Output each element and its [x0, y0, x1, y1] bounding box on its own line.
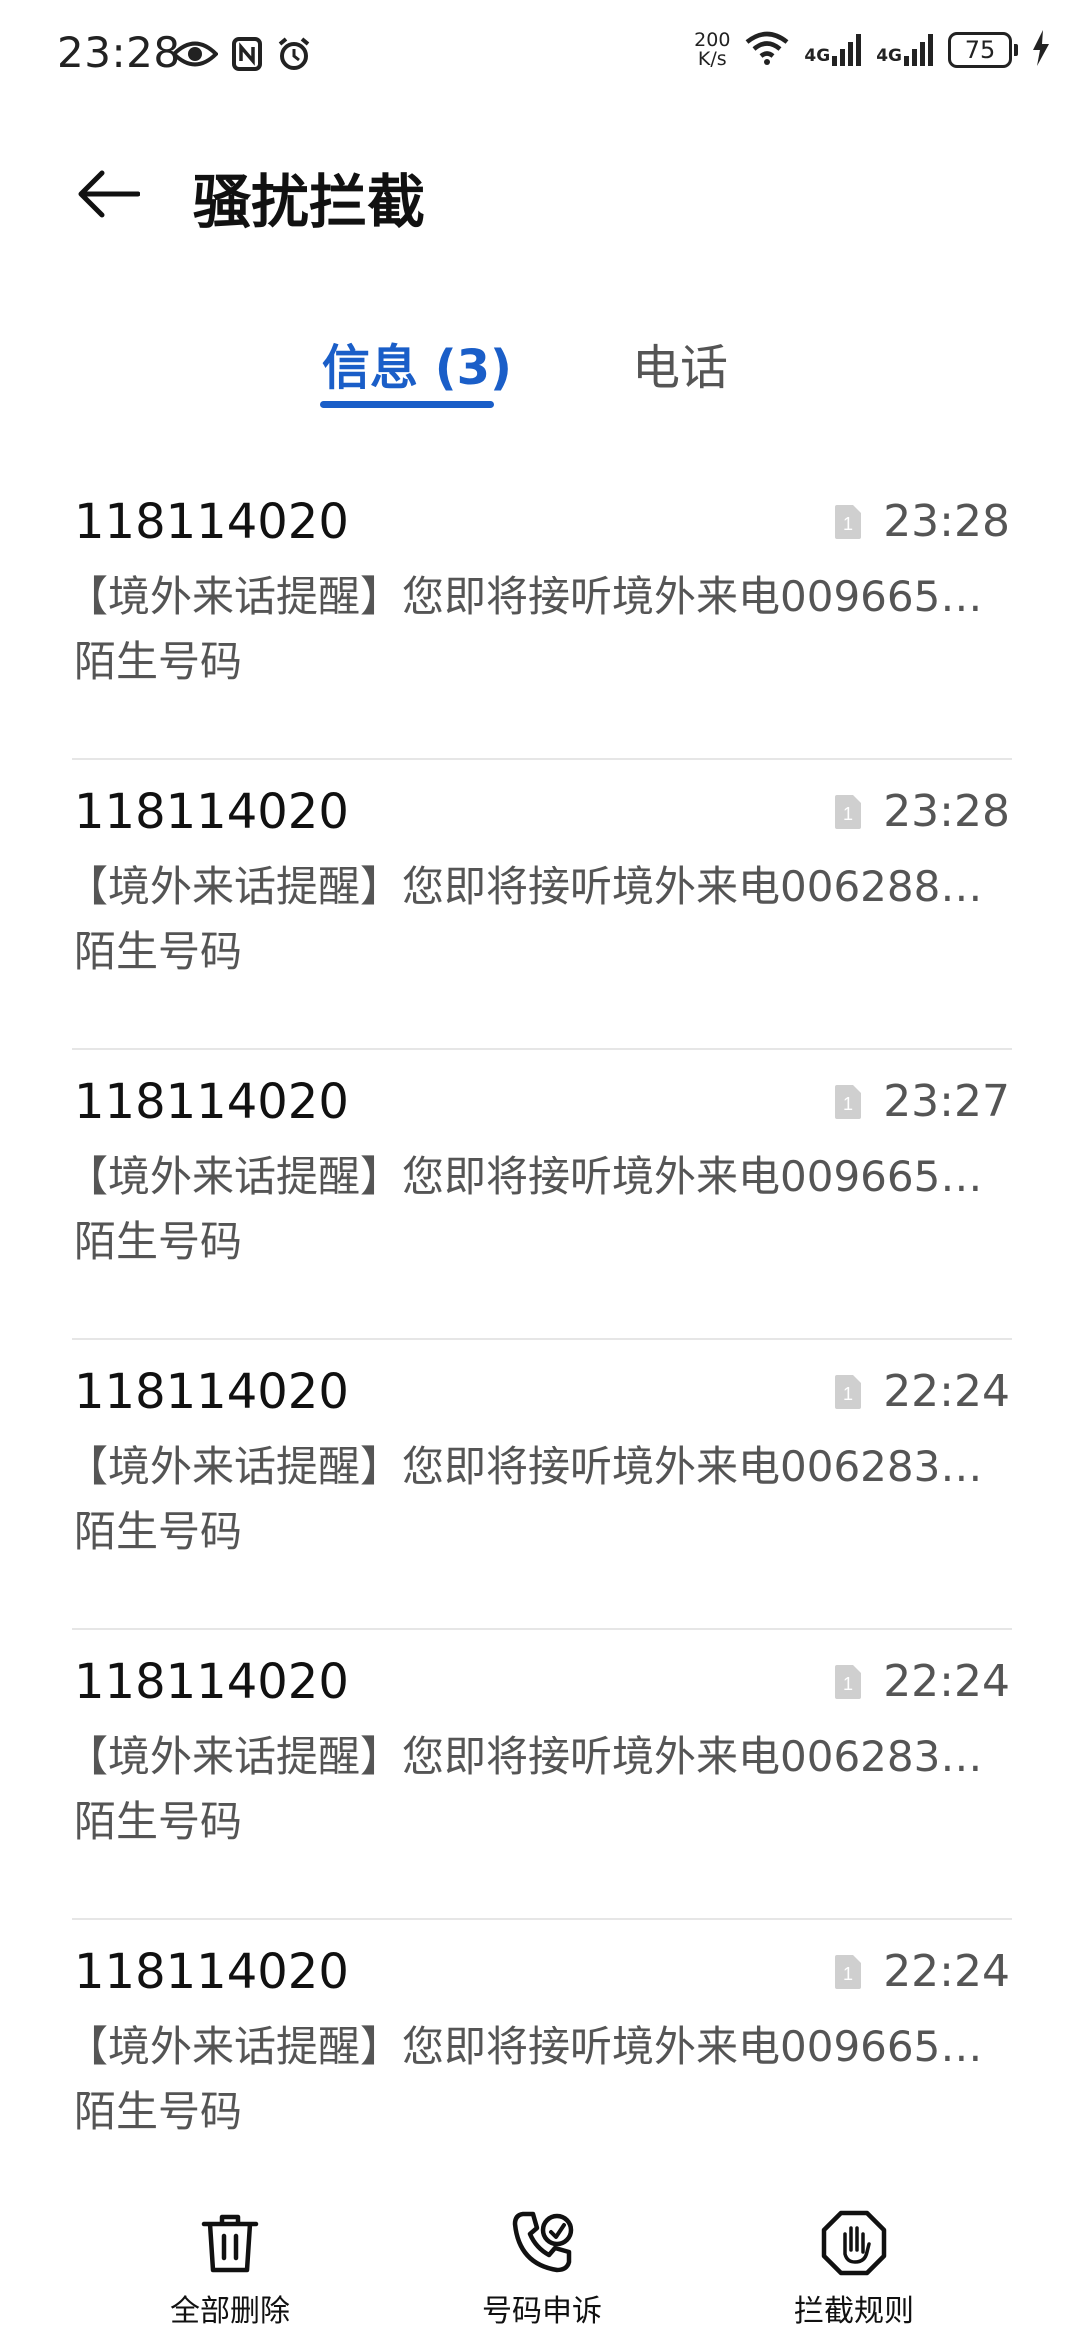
network-speed-unit: K/s [697, 48, 727, 70]
block-rules-button[interactable]: 拦截规则 [744, 2210, 964, 2330]
sim-card-icon: 1 [835, 794, 862, 829]
alarm-icon [276, 36, 312, 76]
message-preview: 【境外来话提醒】您即将接听境外来电0062836… [66, 1732, 1006, 1781]
message-time: 23:28 [883, 786, 1010, 837]
message-tag: 陌生号码 [74, 1507, 243, 1556]
message-list: 118114020 1 23:28 【境外来话提醒】您即将接听境外来电00966… [66, 470, 1012, 2210]
network-type-2: 4G [876, 46, 902, 66]
message-tag: 陌生号码 [74, 1217, 243, 1266]
message-tag: 陌生号码 [74, 1797, 243, 1846]
sim-card-icon: 1 [835, 1664, 862, 1699]
delete-all-button[interactable]: 全部删除 [120, 2210, 340, 2330]
message-preview: 【境外来话提醒】您即将接听境外来电0096659… [66, 2022, 1006, 2071]
message-time: 22:24 [883, 1656, 1010, 1707]
message-sender: 118114020 [74, 1944, 349, 2000]
status-bar: 23:28 200 K/s 4G 4G 75 [0, 0, 1080, 110]
number-appeal-button[interactable]: 号码申诉 [432, 2210, 652, 2330]
phone-appeal-icon [509, 2210, 575, 2276]
sim-slot-number: 1 [843, 1094, 853, 1114]
sim-card-icon: 1 [835, 1084, 862, 1119]
delete-all-label: 全部删除 [170, 2294, 290, 2329]
battery-tip [1014, 44, 1018, 56]
nfc-icon [232, 37, 262, 75]
signal-icon [832, 34, 862, 66]
sim-slot-number: 1 [843, 1384, 853, 1404]
message-meta: 1 23:27 [835, 1076, 1010, 1127]
message-meta: 1 22:24 [835, 1366, 1010, 1417]
number-appeal-label: 号码申诉 [482, 2294, 602, 2329]
battery-level: 75 [948, 32, 1012, 68]
sim-slot-number: 1 [843, 804, 853, 824]
status-left-icons [171, 36, 312, 76]
message-meta: 1 23:28 [835, 786, 1010, 837]
message-sender: 118114020 [74, 784, 349, 840]
cellular-signal-2: 4G [876, 34, 934, 66]
list-item[interactable]: 118114020 1 22:24 【境外来话提醒】您即将接听境外来电00628… [66, 1630, 1012, 1920]
status-right-icons: 200 K/s 4G 4G 75 [694, 30, 1050, 70]
wifi-icon [744, 30, 790, 70]
network-type-1: 4G [804, 46, 831, 66]
message-preview: 【境外来话提醒】您即将接听境外来电0096659… [66, 1152, 1006, 1201]
message-sender: 118114020 [74, 1364, 349, 1420]
sim-card-icon: 1 [835, 1954, 862, 1989]
list-item[interactable]: 118114020 1 22:24 【境外来话提醒】您即将接听境外来电00628… [66, 1340, 1012, 1630]
message-time: 22:24 [883, 1366, 1010, 1417]
message-meta: 1 23:28 [835, 496, 1010, 547]
eye-icon [171, 39, 219, 73]
message-sender: 118114020 [74, 494, 349, 550]
message-sender: 118114020 [74, 1654, 349, 1710]
list-item[interactable]: 118114020 1 23:28 【境外来话提醒】您即将接听境外来电00966… [66, 470, 1012, 760]
active-tab-indicator [320, 401, 494, 408]
sim-card-icon: 1 [835, 1374, 862, 1409]
message-preview: 【境外来话提醒】您即将接听境外来电0062883… [66, 862, 1006, 911]
signal-icon-2 [904, 34, 933, 66]
back-arrow-icon [78, 170, 140, 218]
stop-hand-icon [821, 2210, 887, 2276]
bottom-toolbar: 全部删除 号码申诉 拦截规则 [0, 2190, 1080, 2340]
tab-calls[interactable]: 电话 [632, 328, 728, 398]
trash-icon [197, 2210, 263, 2276]
message-meta: 1 22:24 [835, 1656, 1010, 1707]
sim-slot-number: 1 [843, 1964, 853, 1984]
list-item[interactable]: 118114020 1 22:24 【境外来话提醒】您即将接听境外来电00966… [66, 1920, 1012, 2210]
page-title: 骚扰拦截 [193, 168, 426, 236]
charging-icon [1032, 30, 1050, 70]
list-item[interactable]: 118114020 1 23:27 【境外来话提醒】您即将接听境外来电00966… [66, 1050, 1012, 1340]
list-item[interactable]: 118114020 1 23:28 【境外来话提醒】您即将接听境外来电00628… [66, 760, 1012, 1050]
message-tag: 陌生号码 [74, 927, 243, 976]
message-time: 23:27 [883, 1076, 1010, 1127]
message-tag: 陌生号码 [74, 637, 243, 686]
message-time: 22:24 [883, 1946, 1010, 1997]
message-tag: 陌生号码 [74, 2087, 243, 2136]
message-meta: 1 22:24 [835, 1946, 1010, 1997]
network-speed: 200 K/s [694, 31, 730, 69]
battery-icon: 75 [948, 32, 1018, 68]
sim-slot-number: 1 [843, 1674, 853, 1694]
message-preview: 【境外来话提醒】您即将接听境外来电0062836… [66, 1442, 1006, 1491]
message-time: 23:28 [883, 496, 1010, 547]
message-sender: 118114020 [74, 1074, 349, 1130]
back-button[interactable] [72, 158, 144, 230]
status-time: 23:28 [57, 28, 181, 77]
sim-slot-number: 1 [843, 514, 853, 534]
cellular-signal-1: 4G [804, 34, 862, 66]
block-rules-label: 拦截规则 [794, 2294, 914, 2329]
tab-messages[interactable]: 信息 (3) [322, 328, 512, 398]
message-preview: 【境外来话提醒】您即将接听境外来电0096655… [66, 572, 1006, 621]
sim-card-icon: 1 [835, 504, 862, 539]
